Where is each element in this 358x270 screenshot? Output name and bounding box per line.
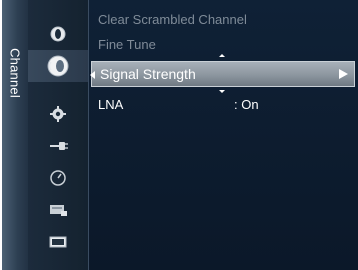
input-icon <box>50 142 68 150</box>
tv-menu-window: Channel Clear Scrambled Channel Fine Tun… <box>2 0 358 270</box>
scroll-down-icon[interactable] <box>219 90 225 93</box>
channel-icon <box>47 55 69 77</box>
lna-item-label[interactable]: LNA <box>98 97 123 112</box>
application-menu-item[interactable] <box>28 162 88 194</box>
signal-strength-item[interactable]: Signal Strength <box>91 61 355 87</box>
scroll-up-icon[interactable] <box>219 54 225 57</box>
picture-icon <box>50 26 66 42</box>
channel-section-label: Channel <box>7 48 23 98</box>
clear-scrambled-channel-item[interactable]: Clear Scrambled Channel <box>98 12 247 27</box>
screen-icon <box>49 236 67 248</box>
setup-menu-item[interactable] <box>28 98 88 130</box>
setup-icon <box>50 106 66 122</box>
submenu-arrow-icon <box>339 69 348 79</box>
screen-menu-item[interactable] <box>28 226 88 258</box>
channel-options-panel: Clear Scrambled Channel Fine Tune Signal… <box>89 0 358 270</box>
menu-icon-column <box>28 0 88 270</box>
support-icon <box>50 205 67 216</box>
lna-item-value: : On <box>234 97 259 112</box>
signal-strength-label: Signal Strength <box>100 66 196 82</box>
application-icon <box>50 170 66 186</box>
fine-tune-item[interactable]: Fine Tune <box>98 37 156 52</box>
input-menu-item[interactable] <box>28 130 88 162</box>
selection-pointer-icon <box>90 71 95 79</box>
channel-section-tab: Channel <box>2 0 28 270</box>
channel-menu-item[interactable] <box>28 50 88 82</box>
picture-menu-item[interactable] <box>28 18 88 50</box>
support-menu-item[interactable] <box>28 194 88 226</box>
